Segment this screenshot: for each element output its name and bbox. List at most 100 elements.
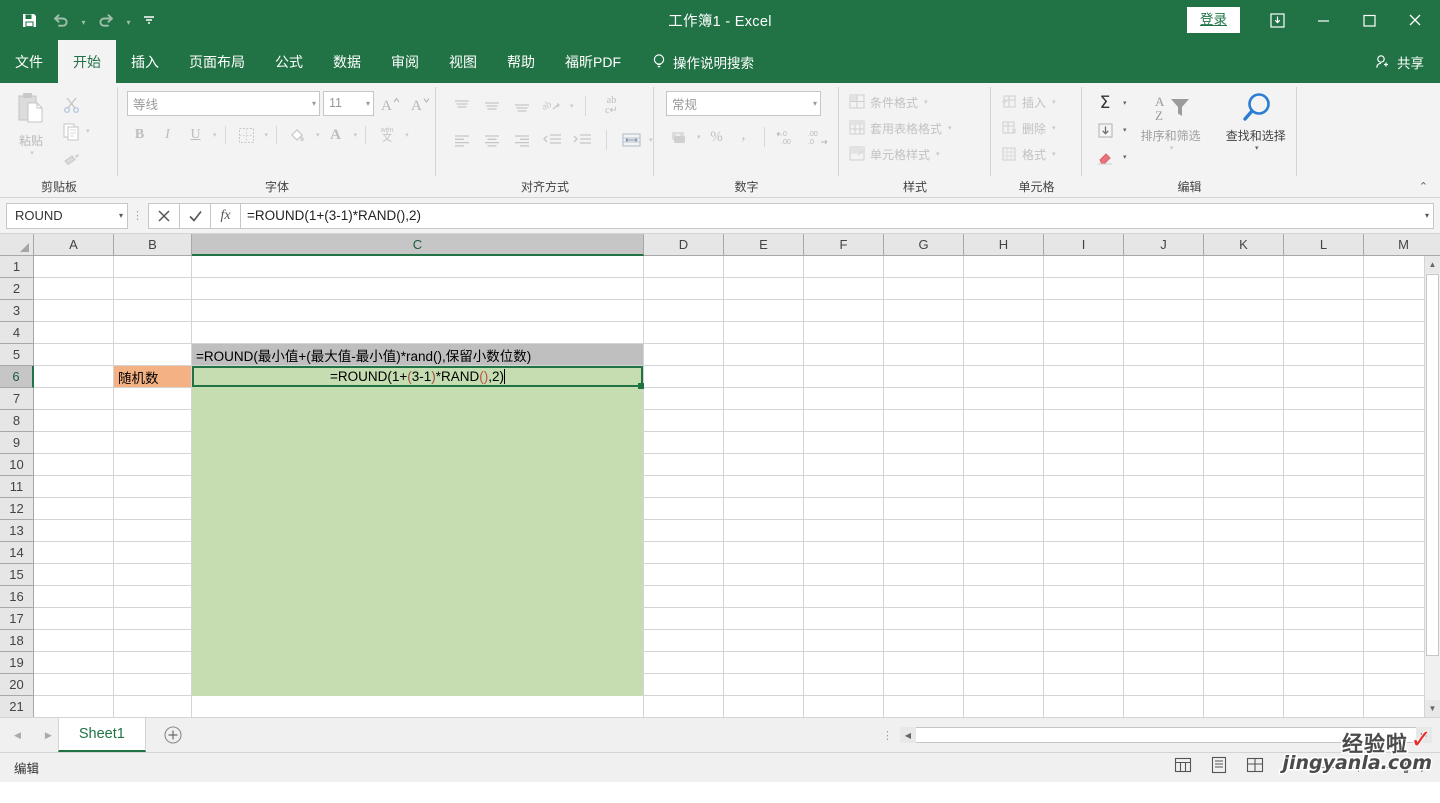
column-header-A[interactable]: A xyxy=(34,234,114,256)
column-header-K[interactable]: K xyxy=(1204,234,1284,256)
wrap-text-button[interactable]: ab c↵ xyxy=(597,94,627,118)
number-format-combo[interactable]: 常规 ▾ xyxy=(666,91,821,116)
fill-color-dropdown-caret[interactable]: ▾ xyxy=(316,131,320,139)
font-size-caret[interactable]: ▾ xyxy=(362,99,370,108)
close-icon[interactable] xyxy=(1392,0,1438,40)
decrease-decimal-icon[interactable]: .00.0 xyxy=(805,126,833,148)
align-center-icon[interactable] xyxy=(478,129,505,151)
phonetic-dropdown-caret[interactable]: ▾ xyxy=(405,131,409,139)
row-header-1[interactable]: 1 xyxy=(0,256,34,278)
tab-home[interactable]: 开始 xyxy=(58,40,116,83)
page-layout-view-icon[interactable] xyxy=(1210,756,1228,779)
italic-button[interactable]: I xyxy=(155,123,180,147)
column-header-E[interactable]: E xyxy=(724,234,804,256)
increase-indent-icon[interactable] xyxy=(568,129,595,151)
borders-dropdown-caret[interactable]: ▾ xyxy=(265,131,269,139)
row-header-17[interactable]: 17 xyxy=(0,608,34,630)
tab-page-layout[interactable]: 页面布局 xyxy=(174,40,260,83)
merge-cells-icon[interactable] xyxy=(618,129,644,151)
ribbon-display-options-icon[interactable] xyxy=(1254,0,1300,40)
next-sheet-icon[interactable]: ▶ xyxy=(45,730,52,741)
row-header-4[interactable]: 4 xyxy=(0,322,34,344)
scroll-down-icon[interactable]: ▼ xyxy=(1425,700,1440,717)
align-top-icon[interactable] xyxy=(448,95,475,117)
insert-cells-caret[interactable]: ▾ xyxy=(1052,98,1056,106)
row-header-5[interactable]: 5 xyxy=(0,344,34,366)
row-header-21[interactable]: 21 xyxy=(0,696,34,717)
row-header-8[interactable]: 8 xyxy=(0,410,34,432)
tab-insert[interactable]: 插入 xyxy=(116,40,174,83)
align-right-icon[interactable] xyxy=(508,129,535,151)
orientation-dropdown-caret[interactable]: ▾ xyxy=(570,102,574,110)
tab-view[interactable]: 视图 xyxy=(434,40,492,83)
cell-styles-button[interactable]: 单元格样式 ▾ xyxy=(849,143,940,165)
share-button[interactable]: 共享 xyxy=(1375,40,1440,83)
normal-view-icon[interactable] xyxy=(1174,756,1192,779)
row-header-6[interactable]: 6 xyxy=(0,366,34,388)
row-header-19[interactable]: 19 xyxy=(0,652,34,674)
borders-button[interactable] xyxy=(234,123,260,147)
column-header-H[interactable]: H xyxy=(964,234,1044,256)
zoom-control[interactable]: − + xyxy=(1286,760,1430,776)
zoom-in-button[interactable]: + xyxy=(1414,760,1430,776)
bold-button[interactable]: B xyxy=(127,123,152,147)
row-header-3[interactable]: 3 xyxy=(0,300,34,322)
row-header-11[interactable]: 11 xyxy=(0,476,34,498)
merge-dropdown-caret[interactable]: ▾ xyxy=(649,136,653,144)
collapse-ribbon-icon[interactable]: ⌃ xyxy=(1419,178,1428,196)
comma-style-button[interactable]: , xyxy=(733,126,755,148)
format-as-table-caret[interactable]: ▾ xyxy=(948,124,952,132)
row-header-10[interactable]: 10 xyxy=(0,454,34,476)
minimize-icon[interactable] xyxy=(1300,0,1346,40)
row-header-16[interactable]: 16 xyxy=(0,586,34,608)
zoom-slider-thumb[interactable] xyxy=(1404,762,1408,773)
orientation-icon[interactable]: ab xyxy=(538,95,565,117)
row-header-20[interactable]: 20 xyxy=(0,674,34,696)
font-family-caret[interactable]: ▾ xyxy=(308,99,316,108)
format-painter-button[interactable] xyxy=(62,147,90,169)
row-header-15[interactable]: 15 xyxy=(0,564,34,586)
align-middle-icon[interactable] xyxy=(478,95,505,117)
expand-formula-bar-icon[interactable]: ▾ xyxy=(1425,211,1429,220)
clear-caret[interactable]: ▾ xyxy=(1123,153,1127,161)
row-header-12[interactable]: 12 xyxy=(0,498,34,520)
increase-decimal-icon[interactable]: .0.00 xyxy=(774,126,802,148)
save-icon[interactable] xyxy=(14,6,44,34)
scroll-right-icon[interactable]: ▶ xyxy=(1416,727,1432,743)
find-select-button[interactable]: 查找和选择 ▾ xyxy=(1215,89,1297,152)
column-header-C[interactable]: C xyxy=(192,234,644,256)
column-header-F[interactable]: F xyxy=(804,234,884,256)
tab-help[interactable]: 帮助 xyxy=(492,40,550,83)
horizontal-scrollbar[interactable]: ◀ ▶ xyxy=(900,718,1440,752)
zoom-slider[interactable] xyxy=(1306,762,1410,773)
paste-dropdown-caret[interactable]: ▾ xyxy=(30,149,34,157)
vertical-scroll-thumb[interactable] xyxy=(1426,274,1439,656)
column-header-I[interactable]: I xyxy=(1044,234,1124,256)
cancel-edit-icon[interactable] xyxy=(148,202,179,229)
row-header-18[interactable]: 18 xyxy=(0,630,34,652)
row-header-2[interactable]: 2 xyxy=(0,278,34,300)
column-header-M[interactable]: M xyxy=(1364,234,1440,256)
cell-styles-caret[interactable]: ▾ xyxy=(936,150,940,158)
format-as-table-button[interactable]: 套用表格格式 ▾ xyxy=(849,117,952,139)
row-header-9[interactable]: 9 xyxy=(0,432,34,454)
undo-dropdown-caret[interactable]: ▾ xyxy=(78,6,89,34)
align-left-icon[interactable] xyxy=(448,129,475,151)
tab-data[interactable]: 数据 xyxy=(318,40,376,83)
row-header-7[interactable]: 7 xyxy=(0,388,34,410)
currency-icon[interactable] xyxy=(666,126,692,148)
cut-button[interactable] xyxy=(62,93,90,115)
font-size-combo[interactable]: 11 ▾ xyxy=(323,90,374,116)
row-header-13[interactable]: 13 xyxy=(0,520,34,542)
page-break-view-icon[interactable] xyxy=(1246,756,1264,779)
clear-button[interactable]: ▾ xyxy=(1092,145,1127,169)
increase-font-size-icon[interactable]: A xyxy=(377,91,404,116)
cell-area[interactable]: =ROUND(最小值+(最大值-最小值)*rand(),保留小数位数) 随机数 … xyxy=(34,256,1440,717)
insert-cells-button[interactable]: 插入 ▾ xyxy=(1001,91,1056,113)
format-cells-caret[interactable]: ▾ xyxy=(1052,150,1056,158)
font-color-dropdown-caret[interactable]: ▾ xyxy=(354,131,358,139)
horizontal-scroll-thumb[interactable] xyxy=(916,727,1416,743)
decrease-font-size-icon[interactable]: A xyxy=(407,91,434,116)
name-box[interactable]: ROUND ▾ xyxy=(6,202,128,229)
font-color-button[interactable]: A xyxy=(323,123,349,147)
